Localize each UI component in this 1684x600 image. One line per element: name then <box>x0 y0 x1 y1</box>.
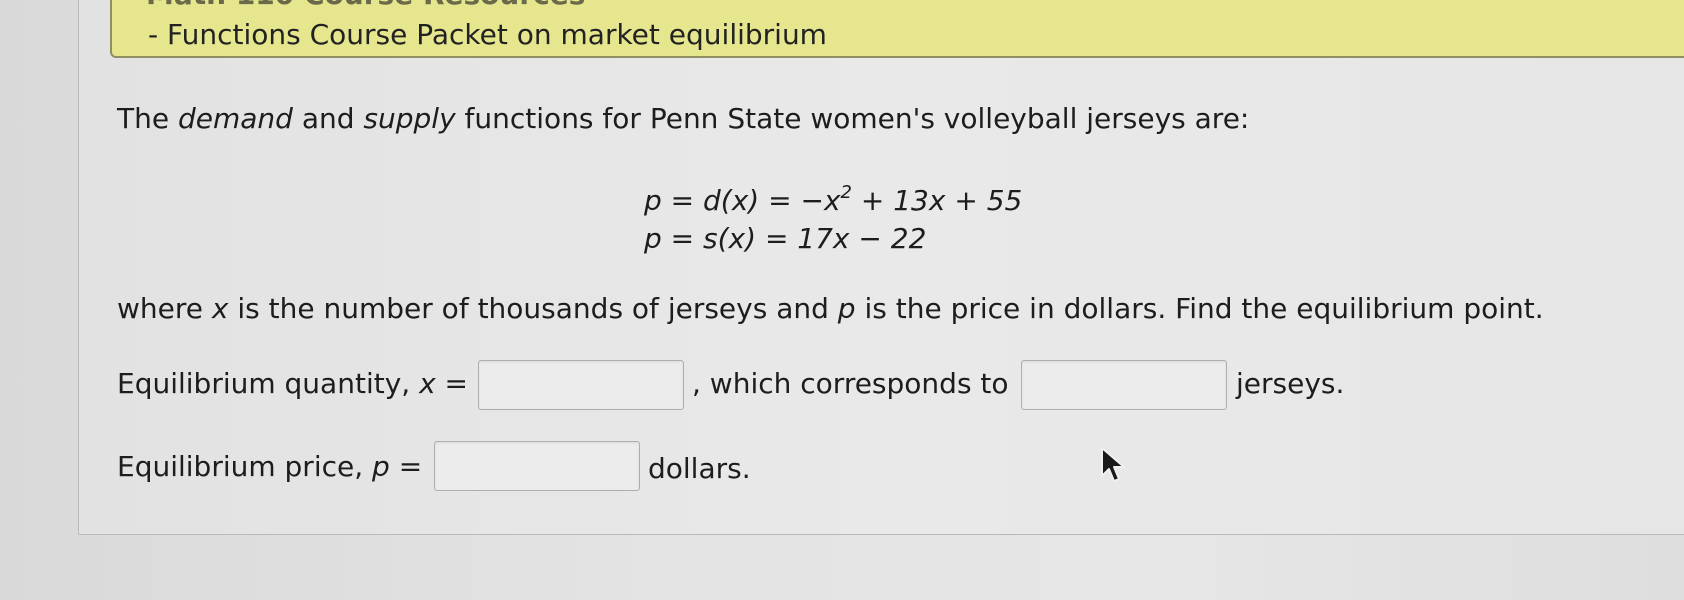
supply-word: supply <box>363 102 456 135</box>
mouse-cursor-icon <box>1101 447 1125 482</box>
price-label: Equilibrium price, p = <box>117 450 423 483</box>
where-sentence: where x is the number of thousands of je… <box>117 292 1544 325</box>
jerseys-unit: jerseys. <box>1236 367 1345 400</box>
jerseys-input[interactable] <box>1021 360 1227 410</box>
demand-word: demand <box>177 102 293 135</box>
demand-equation: p = d(x) = −x2 + 13x + 55 <box>644 182 1023 217</box>
corresponds-text: , which corresponds to <box>692 367 1009 400</box>
quantity-input[interactable] <box>478 360 684 410</box>
dollars-unit: dollars. <box>648 452 751 485</box>
page-background: Math 110 Course Resources - Functions Co… <box>0 0 1684 600</box>
intro-sentence: The demand and supply functions for Penn… <box>117 102 1250 135</box>
hint-link[interactable]: - Functions Course Packet on market equi… <box>148 18 827 51</box>
price-input[interactable] <box>434 441 640 491</box>
supply-equation: p = s(x) = 17x − 22 <box>644 222 927 255</box>
hint-heading: Math 110 Course Resources <box>146 0 585 11</box>
quantity-label: Equilibrium quantity, x = <box>117 367 469 400</box>
